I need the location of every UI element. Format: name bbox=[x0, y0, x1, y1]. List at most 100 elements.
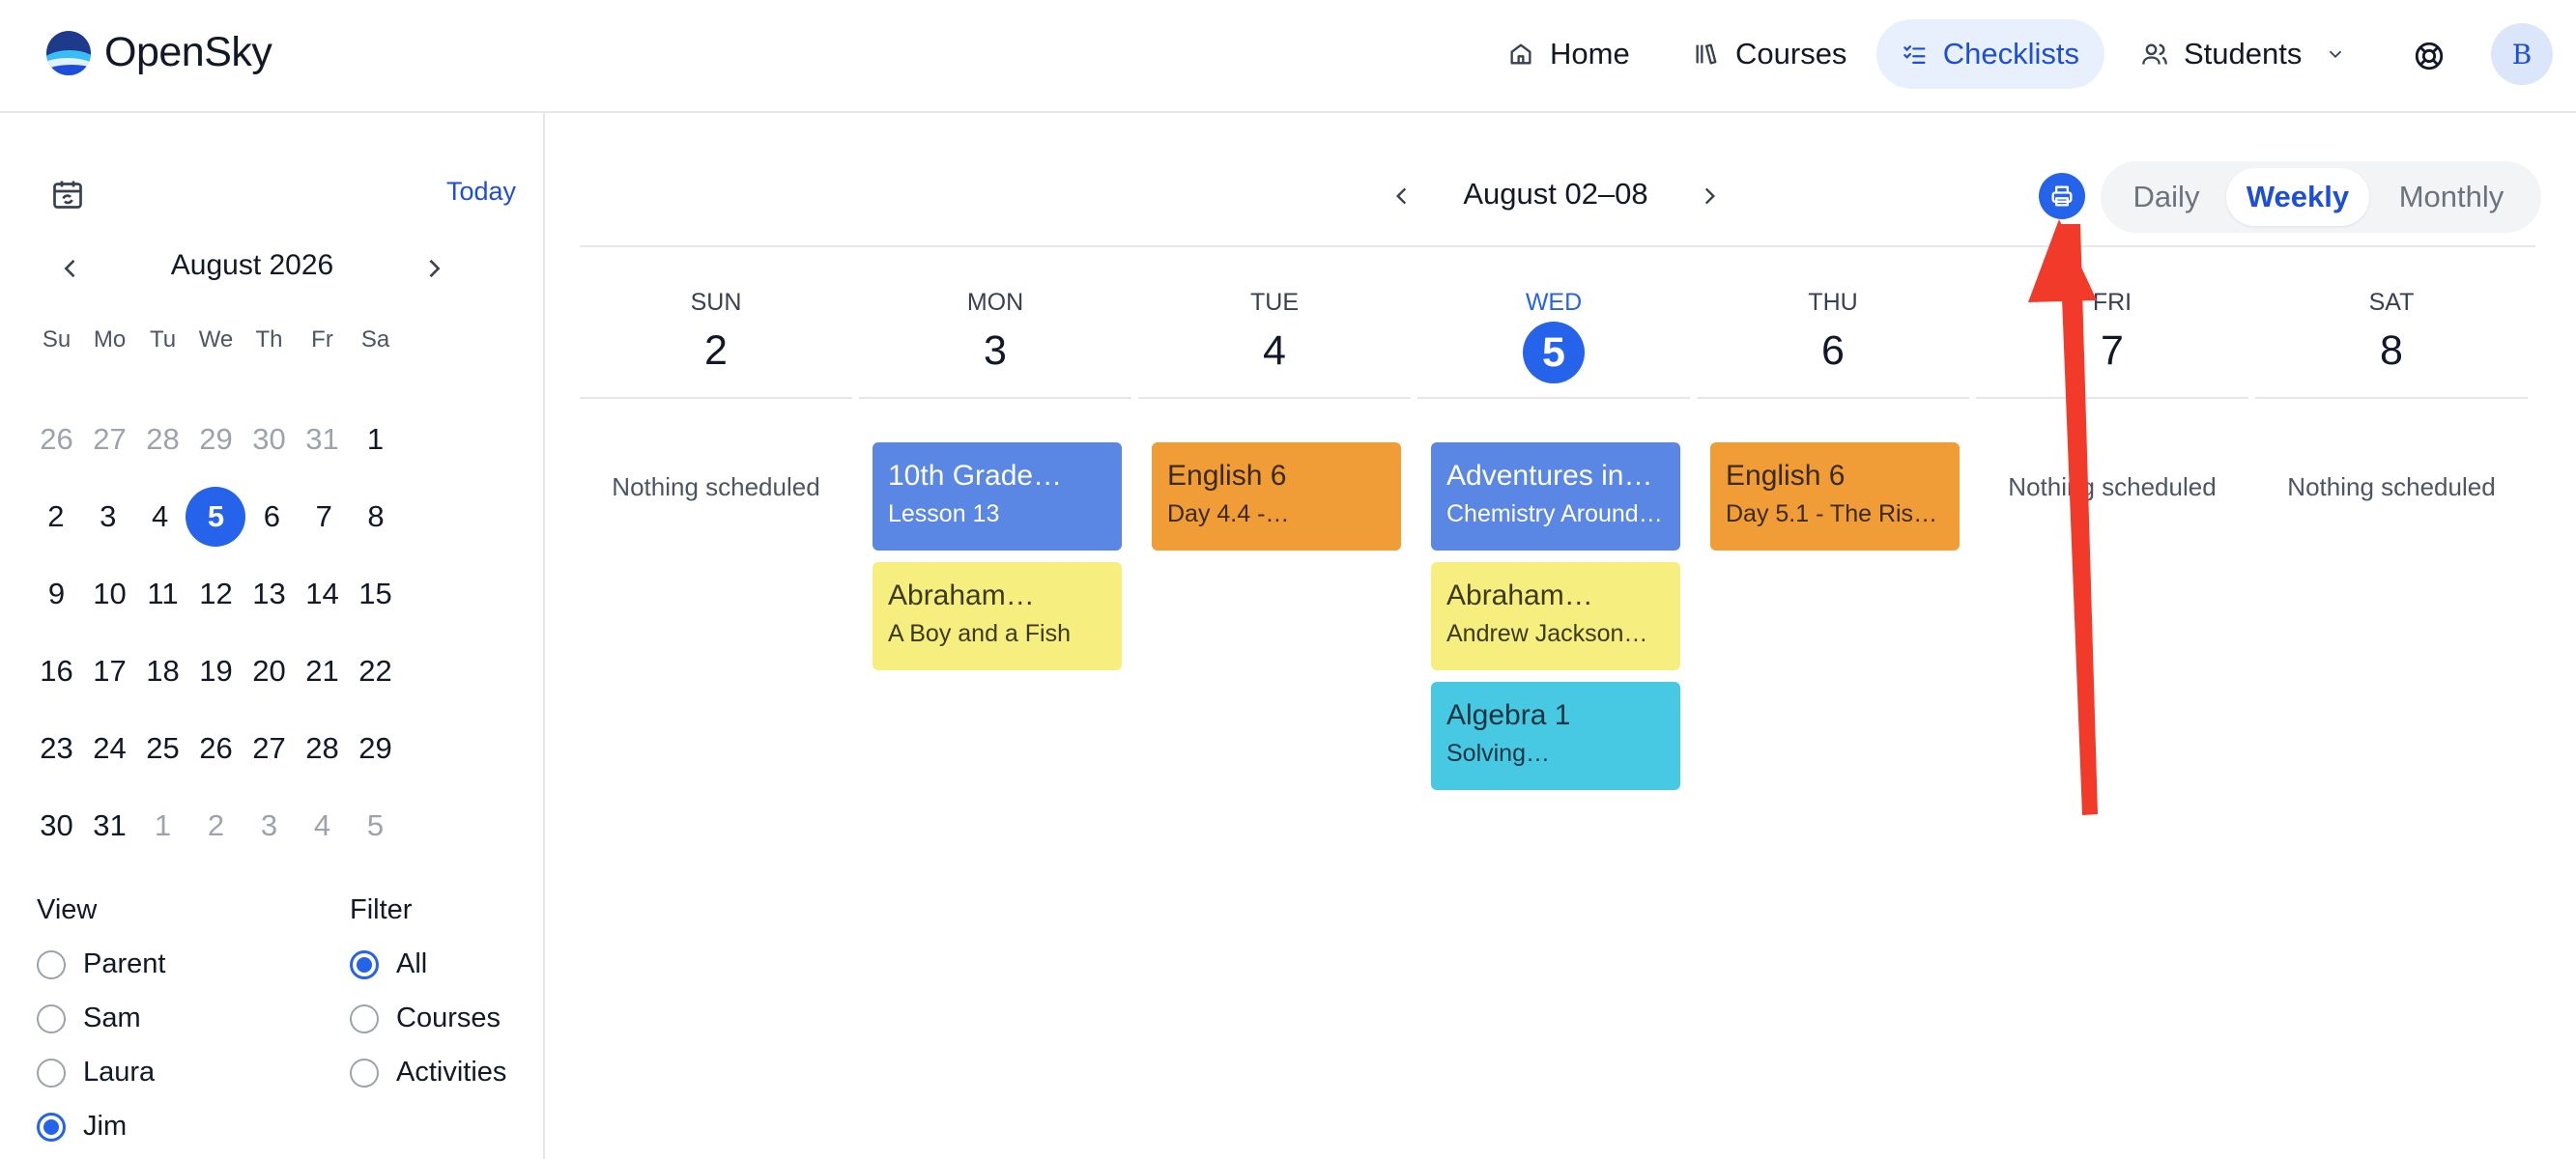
mini-calendar-day[interactable]: 21 bbox=[296, 654, 349, 689]
filter-option-courses[interactable]: Courses bbox=[350, 1003, 501, 1034]
mini-calendar-day[interactable]: 8 bbox=[350, 499, 402, 534]
mini-calendar-day[interactable]: 3 bbox=[243, 808, 296, 843]
mini-calendar-day[interactable]: 26 bbox=[30, 422, 83, 457]
help-button[interactable] bbox=[2406, 33, 2452, 79]
mini-calendar-day[interactable]: 24 bbox=[83, 731, 136, 766]
mini-calendar-day[interactable]: 9 bbox=[30, 577, 83, 611]
mini-calendar-day[interactable]: 30 bbox=[243, 422, 296, 457]
mini-calendar-day[interactable]: 18 bbox=[136, 654, 189, 689]
mini-calendar-day[interactable]: 25 bbox=[136, 731, 189, 766]
mini-calendar-day[interactable]: 3 bbox=[82, 499, 134, 534]
event-card[interactable]: 10th Grade… Lesson 13 bbox=[873, 442, 1122, 551]
event-card[interactable]: English 6 Day 5.1 - The Rise … bbox=[1710, 442, 1960, 551]
view-section-title: View bbox=[37, 894, 98, 925]
event-subtitle: A Boy and a Fish bbox=[888, 620, 1072, 647]
event-card[interactable]: Algebra 1 Solving… bbox=[1431, 682, 1680, 790]
view-option-laura[interactable]: Laura bbox=[37, 1057, 155, 1088]
mini-calendar-day[interactable]: 14 bbox=[296, 577, 349, 611]
mini-calendar-day[interactable]: 11 bbox=[136, 577, 189, 611]
mini-calendar-day[interactable]: 29 bbox=[189, 422, 243, 457]
day-number: 8 bbox=[2380, 327, 2403, 374]
mini-calendar-day[interactable]: 28 bbox=[136, 422, 189, 457]
view-option-parent[interactable]: Parent bbox=[37, 948, 165, 980]
mini-calendar-day[interactable]: 19 bbox=[189, 654, 243, 689]
mini-calendar-day[interactable]: 15 bbox=[349, 577, 402, 611]
weekly-view-button[interactable]: Weekly bbox=[2226, 168, 2369, 226]
print-button[interactable] bbox=[2039, 173, 2085, 219]
user-avatar[interactable]: B bbox=[2491, 23, 2553, 85]
chevron-right-icon bbox=[429, 259, 441, 278]
mini-calendar-week: 16 17 18 19 20 21 22 bbox=[37, 633, 402, 710]
event-title: Abraham… bbox=[888, 580, 1035, 611]
nothing-scheduled-sat: Nothing scheduled bbox=[2287, 472, 2496, 501]
mini-calendar-day[interactable]: 4 bbox=[134, 499, 186, 534]
mini-calendar-day[interactable]: 22 bbox=[349, 654, 402, 689]
event-subtitle: Day 4.4 -… bbox=[1167, 500, 1290, 527]
mini-calendar-day[interactable]: 31 bbox=[83, 808, 136, 843]
mini-calendar-day[interactable]: 20 bbox=[243, 654, 296, 689]
next-week-button[interactable] bbox=[1695, 179, 1724, 213]
filter-option-activities[interactable]: Activities bbox=[350, 1057, 506, 1088]
mini-calendar-prev-button[interactable] bbox=[56, 251, 85, 286]
mini-calendar-day[interactable]: 31 bbox=[296, 422, 349, 457]
day-name: THU bbox=[1808, 289, 1858, 316]
day-number: 2 bbox=[704, 327, 728, 374]
mini-calendar-day[interactable]: 7 bbox=[298, 499, 350, 534]
mini-calendar-day[interactable]: 12 bbox=[189, 577, 243, 611]
previous-week-button[interactable] bbox=[1388, 179, 1417, 213]
mini-calendar-day[interactable]: 2 bbox=[30, 499, 82, 534]
mini-calendar-day[interactable]: 26 bbox=[189, 731, 243, 766]
mini-calendar-day[interactable]: 29 bbox=[349, 731, 402, 766]
view-option-label: Sam bbox=[83, 1003, 141, 1033]
nav-courses[interactable]: Courses bbox=[1668, 19, 1872, 89]
mini-calendar-day-selected[interactable]: 5 bbox=[186, 487, 246, 547]
weekday-label: Th bbox=[255, 326, 283, 353]
radio-button bbox=[350, 1004, 379, 1033]
mini-calendar-day[interactable]: 1 bbox=[136, 808, 189, 843]
mini-calendar-day[interactable]: 6 bbox=[245, 499, 298, 534]
view-option-sam[interactable]: Sam bbox=[37, 1003, 141, 1034]
nav-checklists[interactable]: Checklists bbox=[1876, 19, 2104, 89]
mini-calendar-day[interactable]: 30 bbox=[30, 808, 83, 843]
nav-students-label: Students bbox=[2184, 37, 2303, 71]
event-title: Adventures in… bbox=[1446, 460, 1653, 492]
nav-students-dropdown[interactable]: Students bbox=[2116, 19, 2371, 89]
event-card[interactable]: Abraham… Andrew Jackson… bbox=[1431, 562, 1680, 670]
mini-calendar-day[interactable]: 4 bbox=[296, 808, 349, 843]
day-name: SAT bbox=[2368, 289, 2415, 316]
mini-calendar-day[interactable]: 23 bbox=[30, 731, 83, 766]
day-name: MON bbox=[966, 289, 1024, 316]
view-option-jim[interactable]: Jim bbox=[37, 1111, 127, 1143]
calendar-sync-icon[interactable] bbox=[50, 177, 85, 212]
mini-calendar-day[interactable]: 5 bbox=[349, 808, 402, 843]
mini-calendar-day[interactable]: 1 bbox=[349, 422, 402, 457]
event-card[interactable]: English 6 Day 4.4 -… bbox=[1152, 442, 1401, 551]
filter-option-all[interactable]: All bbox=[350, 948, 427, 980]
mini-calendar-next-button[interactable] bbox=[419, 251, 448, 286]
event-subtitle: Solving… bbox=[1446, 740, 1550, 767]
mini-calendar-day[interactable]: 27 bbox=[83, 422, 136, 457]
radio-button-selected bbox=[37, 1112, 66, 1142]
event-title: 10th Grade… bbox=[888, 460, 1063, 492]
monthly-view-button[interactable]: Monthly bbox=[2369, 168, 2533, 226]
day-name: WED bbox=[1525, 289, 1583, 316]
mini-calendar-day[interactable]: 2 bbox=[189, 808, 243, 843]
nav-home[interactable]: Home bbox=[1482, 19, 1655, 89]
weekday-label: Fr bbox=[311, 326, 333, 353]
mini-calendar-day[interactable]: 17 bbox=[83, 654, 136, 689]
mini-calendar-day[interactable]: 27 bbox=[243, 731, 296, 766]
app-logo[interactable]: OpenSky bbox=[46, 29, 272, 76]
mini-calendar-day[interactable]: 10 bbox=[83, 577, 136, 611]
mini-calendar-day[interactable]: 28 bbox=[296, 731, 349, 766]
mini-calendar-day[interactable]: 13 bbox=[243, 577, 296, 611]
mini-calendar-day[interactable]: 16 bbox=[30, 654, 83, 689]
event-title: Algebra 1 bbox=[1446, 699, 1571, 731]
day-name: FRI bbox=[2092, 289, 2132, 316]
weekday-label: Su bbox=[42, 326, 72, 353]
mini-calendar-week: 30 31 1 2 3 4 5 bbox=[37, 787, 402, 864]
daily-view-button[interactable]: Daily bbox=[2106, 168, 2226, 226]
event-card[interactable]: Adventures in… Chemistry Around… bbox=[1431, 442, 1680, 551]
event-card[interactable]: Abraham… A Boy and a Fish bbox=[873, 562, 1122, 670]
today-link[interactable]: Today bbox=[446, 177, 516, 207]
radio-button bbox=[37, 949, 66, 979]
